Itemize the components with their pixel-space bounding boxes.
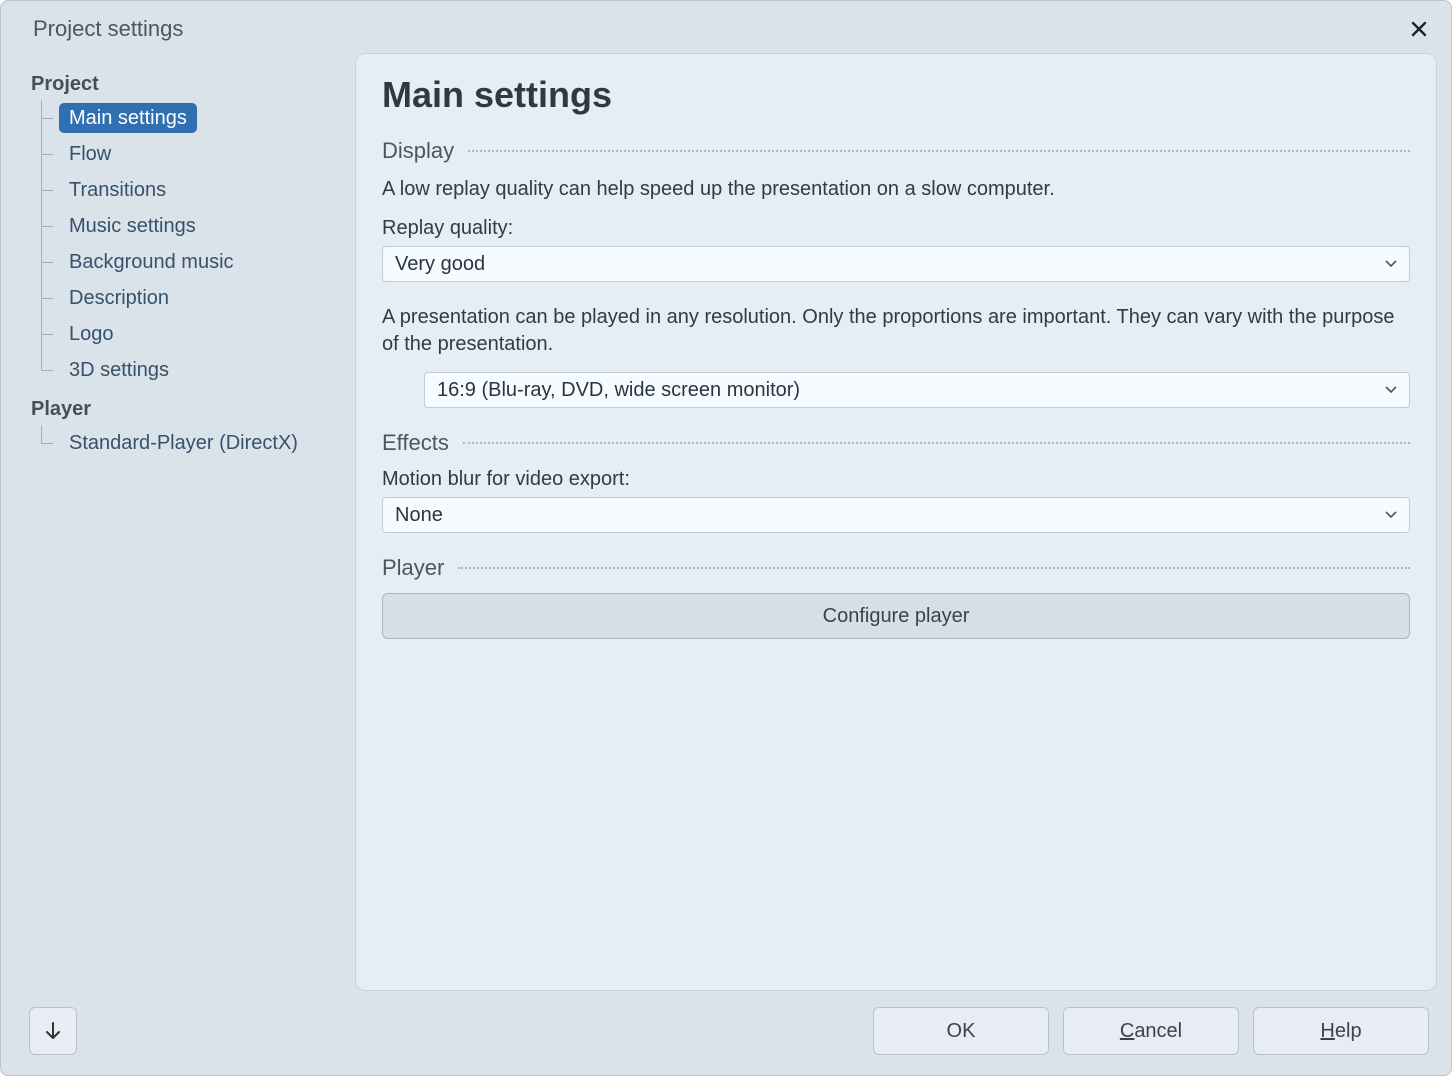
content-panel: Main settings Display A low replay quali… xyxy=(355,53,1437,991)
aspect-ratio-value: 16:9 (Blu-ray, DVD, wide screen monitor) xyxy=(437,379,800,402)
sidebar-tree-project: Main settings Flow Transitions Music set… xyxy=(31,100,343,388)
close-button[interactable] xyxy=(1405,15,1433,43)
aspect-ratio-select[interactable]: 16:9 (Blu-ray, DVD, wide screen monitor) xyxy=(424,372,1410,408)
display-hint-1: A low replay quality can help speed up t… xyxy=(382,176,1410,203)
sidebar-item-background-music[interactable]: Background music xyxy=(31,244,343,280)
configure-player-label: Configure player xyxy=(823,605,970,628)
help-button[interactable]: Help xyxy=(1253,1007,1429,1055)
display-hint-2: A presentation can be played in any reso… xyxy=(382,304,1410,358)
replay-quality-value: Very good xyxy=(395,253,485,276)
project-settings-window: Project settings Project Main settings F… xyxy=(0,0,1452,1076)
sidebar-item-transitions[interactable]: Transitions xyxy=(31,172,343,208)
replay-quality-label: Replay quality: xyxy=(382,217,1410,240)
section-effects: Effects xyxy=(382,430,1410,456)
sidebar-item-logo[interactable]: Logo xyxy=(31,316,343,352)
sidebar-group-project: Project xyxy=(31,73,343,96)
sidebar-tree-player: Standard-Player (DirectX) xyxy=(31,425,343,461)
section-player-label: Player xyxy=(382,555,444,581)
replay-quality-select[interactable]: Very good xyxy=(382,246,1410,282)
section-divider xyxy=(463,442,1410,444)
sidebar-item-flow[interactable]: Flow xyxy=(31,136,343,172)
sidebar-item-standard-player[interactable]: Standard-Player (DirectX) xyxy=(31,425,343,461)
sidebar: Project Main settings Flow Transitions M… xyxy=(31,53,343,1001)
configure-player-button[interactable]: Configure player xyxy=(382,593,1410,639)
close-icon xyxy=(1410,20,1428,38)
dialog-footer: OK Cancel Help xyxy=(1,1001,1451,1075)
import-export-button[interactable] xyxy=(29,1007,77,1055)
section-player: Player xyxy=(382,555,1410,581)
cancel-button[interactable]: Cancel xyxy=(1063,1007,1239,1055)
sidebar-item-main-settings[interactable]: Main settings xyxy=(31,100,343,136)
page-heading: Main settings xyxy=(382,74,1410,116)
arrow-down-icon xyxy=(42,1020,64,1042)
sidebar-item-description[interactable]: Description xyxy=(31,280,343,316)
motion-blur-select[interactable]: None xyxy=(382,497,1410,533)
motion-blur-value: None xyxy=(395,504,443,527)
section-divider xyxy=(458,567,1410,569)
sidebar-group-player: Player xyxy=(31,398,343,421)
dialog-body: Project Main settings Flow Transitions M… xyxy=(1,53,1451,1001)
motion-blur-label: Motion blur for video export: xyxy=(382,468,1410,491)
section-display: Display xyxy=(382,138,1410,164)
section-effects-label: Effects xyxy=(382,430,449,456)
chevron-down-icon xyxy=(1385,260,1397,268)
section-display-label: Display xyxy=(382,138,454,164)
titlebar: Project settings xyxy=(1,1,1451,53)
section-divider xyxy=(468,150,1410,152)
window-title: Project settings xyxy=(33,16,183,42)
ok-button[interactable]: OK xyxy=(873,1007,1049,1055)
sidebar-item-music-settings[interactable]: Music settings xyxy=(31,208,343,244)
sidebar-item-3d-settings[interactable]: 3D settings xyxy=(31,352,343,388)
chevron-down-icon xyxy=(1385,386,1397,394)
chevron-down-icon xyxy=(1385,511,1397,519)
